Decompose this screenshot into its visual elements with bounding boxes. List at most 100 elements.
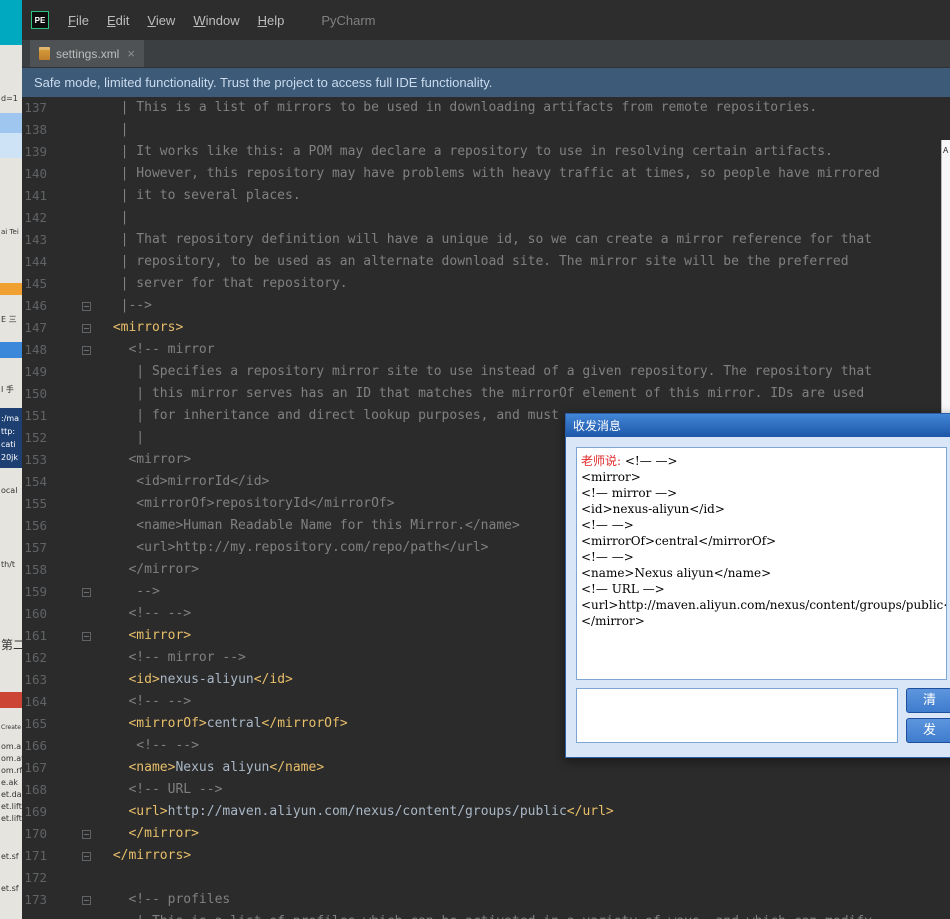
clear-button[interactable]: 清	[906, 688, 950, 713]
background-block	[0, 0, 22, 45]
menu-edit[interactable]: Edit	[98, 9, 138, 32]
background-text-fragment: I 手	[1, 385, 14, 394]
fold-icon[interactable]	[82, 852, 91, 861]
editor-line[interactable]: | This is a list of profiles which can b…	[22, 911, 950, 919]
code-text: | However, this repository may have prob…	[105, 166, 880, 181]
background-text-fragment: d=1	[1, 94, 18, 103]
line-number: 156	[24, 518, 47, 533]
pycharm-logo-icon[interactable]: PE	[31, 11, 49, 29]
editor-line[interactable]: 170 </mirror>	[22, 823, 950, 845]
menu-help[interactable]: Help	[249, 9, 294, 32]
background-text-fragment: E 三	[1, 315, 17, 324]
chat-message-line: </mirror>	[581, 614, 645, 628]
line-number: 151	[24, 408, 47, 423]
line-number: 137	[24, 100, 47, 115]
chat-message-line: <mirrorOf>central</mirrorOf>	[581, 534, 777, 548]
code-text: |	[105, 210, 129, 225]
editor-line[interactable]: 146 |-->	[22, 295, 950, 317]
tab-label: settings.xml	[56, 46, 120, 61]
code-text: </mirror>	[105, 826, 199, 841]
code-text: <mirror>	[105, 452, 192, 467]
line-number: 158	[24, 562, 47, 577]
fold-icon[interactable]	[82, 324, 91, 333]
chat-message-area[interactable]: 老师说: <!— —> <mirror> <!— mirror —> <id>nexu…	[576, 447, 947, 680]
background-text-fragment: ai Tei	[1, 228, 19, 236]
editor-line[interactable]: 137 | This is a list of mirrors to be us…	[22, 97, 950, 119]
line-number: 166	[24, 738, 47, 753]
fold-icon[interactable]	[82, 896, 91, 905]
editor-line[interactable]: 173 <!-- profiles	[22, 889, 950, 911]
line-number: 154	[24, 474, 47, 489]
chat-popup-window: 收发消息 老师说: <!— —> <mirror> <!— mirror —> <id…	[565, 413, 950, 758]
code-text: <!-- -->	[105, 694, 192, 709]
background-text-fragment: 第二	[1, 638, 22, 652]
fold-icon[interactable]	[82, 588, 91, 597]
chat-input[interactable]	[576, 688, 898, 743]
editor-line[interactable]: 143 | That repository definition will ha…	[22, 229, 950, 251]
editor-line[interactable]: 168 <!-- URL -->	[22, 779, 950, 801]
app-title: PyCharm	[321, 12, 376, 28]
editor-line[interactable]: 169 <url>http://maven.aliyun.com/nexus/c…	[22, 801, 950, 823]
code-text: -->	[105, 584, 160, 599]
menu-bar: File Edit View Window Help	[59, 9, 293, 32]
line-number: 165	[24, 716, 47, 731]
chat-message-line: <name>Nexus aliyun</name>	[581, 566, 772, 580]
editor-line[interactable]: 150 | this mirror serves has an ID that …	[22, 383, 950, 405]
editor-line[interactable]: 145 | server for that repository.	[22, 273, 950, 295]
code-text: <mirrorOf>central</mirrorOf>	[105, 716, 348, 731]
editor-line[interactable]: 172	[22, 867, 950, 889]
editor-line[interactable]: 149 | Specifies a repository mirror site…	[22, 361, 950, 383]
code-text: <id>nexus-aliyun</id>	[105, 672, 293, 687]
editor-line[interactable]: 142 |	[22, 207, 950, 229]
code-text: <!-- URL -->	[105, 782, 223, 797]
line-number: 140	[24, 166, 47, 181]
line-number: 171	[24, 848, 47, 863]
xml-file-icon	[39, 47, 50, 60]
editor-line[interactable]: 148 <!-- mirror	[22, 339, 950, 361]
editor-line[interactable]: 144 | repository, to be used as an alter…	[22, 251, 950, 273]
fold-icon[interactable]	[82, 632, 91, 641]
line-number: 172	[24, 870, 47, 885]
background-block	[0, 342, 22, 358]
code-text: | This is a list of profiles which can b…	[105, 911, 872, 919]
background-text-fragment: om.a	[1, 742, 22, 751]
editor-line[interactable]: 139 | It works like this: a POM may decl…	[22, 141, 950, 163]
line-number: 167	[24, 760, 47, 775]
menu-view[interactable]: View	[138, 9, 184, 32]
editor-line[interactable]: 140 | However, this repository may have …	[22, 163, 950, 185]
fold-icon[interactable]	[82, 302, 91, 311]
line-number: 143	[24, 232, 47, 247]
code-text: | repository, to be used as an alternate…	[105, 254, 849, 269]
code-text: </mirrors>	[105, 848, 192, 863]
fold-icon[interactable]	[82, 830, 91, 839]
editor-line[interactable]: 138 |	[22, 119, 950, 141]
code-text: |	[105, 122, 129, 137]
send-button[interactable]: 发	[906, 718, 950, 743]
background-text-fragment: om.rf	[1, 766, 22, 775]
line-number: 155	[24, 496, 47, 511]
editor-line[interactable]: 147 <mirrors>	[22, 317, 950, 339]
code-text: <!-- profiles	[105, 892, 231, 907]
background-block	[0, 692, 22, 708]
line-number: 149	[24, 364, 47, 379]
tab-close-icon[interactable]: ×	[127, 47, 135, 60]
code-text: <!-- mirror -->	[105, 650, 246, 665]
fold-icon[interactable]	[82, 346, 91, 355]
background-block	[0, 133, 22, 158]
safe-mode-banner[interactable]: Safe mode, limited functionality. Trust …	[22, 68, 950, 97]
menu-window[interactable]: Window	[184, 9, 248, 32]
chat-message-line: <!— —>	[581, 550, 634, 564]
chat-titlebar[interactable]: 收发消息	[566, 414, 950, 437]
code-text: |	[105, 430, 145, 445]
line-number: 170	[24, 826, 47, 841]
editor-line[interactable]: 171 </mirrors>	[22, 845, 950, 867]
chat-title: 收发消息	[573, 419, 622, 433]
code-text: <mirrors>	[105, 320, 184, 335]
menu-file[interactable]: File	[59, 9, 98, 32]
window-titlebar: PE File Edit View Window Help PyCharm	[22, 0, 950, 40]
tab-settings-xml[interactable]: settings.xml ×	[30, 40, 144, 67]
background-block	[0, 113, 22, 133]
editor-line[interactable]: 141 | it to several places.	[22, 185, 950, 207]
editor-line[interactable]: 167 <name>Nexus aliyun</name>	[22, 757, 950, 779]
line-number: 148	[24, 342, 47, 357]
